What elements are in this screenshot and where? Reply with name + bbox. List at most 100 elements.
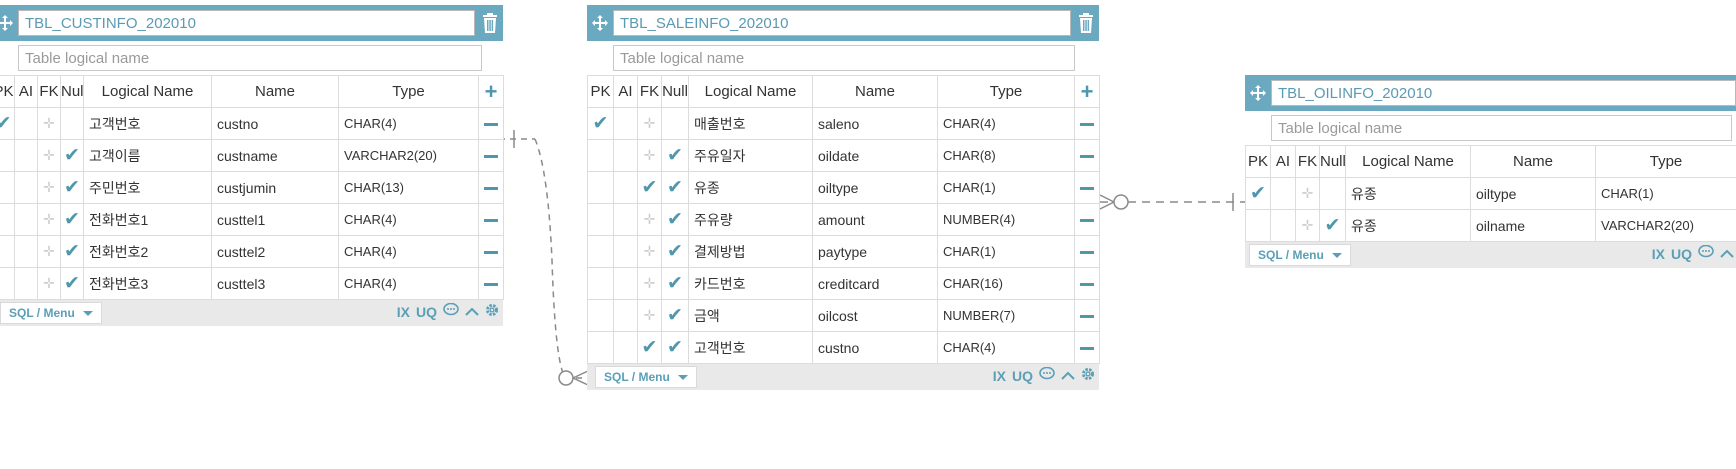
grip-icon[interactable]: ✛ (43, 211, 55, 227)
fk-cell[interactable]: ✛ (637, 299, 662, 332)
ai-toggle[interactable] (14, 267, 38, 300)
remove-column-button[interactable] (1074, 107, 1100, 140)
type-cell[interactable]: CHAR(8) (937, 139, 1075, 172)
type-cell[interactable]: CHAR(16) (937, 267, 1075, 300)
remove-column-button[interactable] (478, 171, 504, 204)
column-row[interactable]: ✔ ✛ 유종 oiltype CHAR(1) (1245, 177, 1736, 210)
grip-icon[interactable]: ✛ (43, 179, 55, 195)
logical-name-cell[interactable]: 카드번호 (688, 267, 813, 300)
pk-toggle[interactable] (0, 171, 15, 204)
remove-column-button[interactable] (1074, 267, 1100, 300)
index-button[interactable]: IX (993, 368, 1006, 384)
fk-cell[interactable]: ✔ (637, 331, 662, 364)
name-cell[interactable]: amount (812, 203, 938, 236)
name-cell[interactable]: oilcost (812, 299, 938, 332)
unique-button[interactable]: UQ (416, 304, 437, 320)
pk-toggle[interactable] (0, 267, 15, 300)
remove-column-button[interactable] (478, 139, 504, 172)
fk-cell[interactable]: ✛ (1295, 209, 1320, 242)
plus-icon[interactable]: + (1081, 79, 1094, 104)
minus-icon[interactable] (484, 155, 498, 159)
name-cell[interactable]: oilname (1470, 209, 1596, 242)
remove-column-button[interactable] (1074, 203, 1100, 236)
fk-cell[interactable]: ✛ (37, 139, 61, 172)
type-cell[interactable]: NUMBER(4) (937, 203, 1075, 236)
null-toggle[interactable]: ✔ (661, 299, 689, 332)
move-icon[interactable] (0, 12, 16, 34)
name-cell[interactable]: custtel2 (211, 235, 339, 268)
remove-column-button[interactable] (478, 203, 504, 236)
logical-name-cell[interactable]: 주유일자 (688, 139, 813, 172)
name-cell[interactable]: oildate (812, 139, 938, 172)
name-cell[interactable]: saleno (812, 107, 938, 140)
pk-toggle[interactable] (587, 299, 614, 332)
logical-name-cell[interactable]: 고객번호 (83, 107, 212, 140)
grip-icon[interactable]: ✛ (644, 307, 656, 323)
column-row[interactable]: ✔ ✛ 매출번호 saleno CHAR(4) (587, 107, 1100, 140)
sql-menu-button[interactable]: SQL / Menu (0, 302, 102, 324)
comment-icon[interactable] (443, 302, 459, 320)
pk-toggle[interactable] (587, 139, 614, 172)
minus-icon[interactable] (484, 219, 498, 223)
null-toggle[interactable] (60, 107, 84, 140)
fk-cell[interactable]: ✛ (637, 203, 662, 236)
fk-cell[interactable]: ✛ (637, 267, 662, 300)
column-row[interactable]: ✔ ✛ 고객번호custnoCHAR(4) (0, 107, 504, 140)
logical-name-cell[interactable]: 유종 (1345, 209, 1471, 242)
logical-name-cell[interactable]: 고객이름 (83, 139, 212, 172)
ai-toggle[interactable] (613, 299, 638, 332)
logical-name-cell[interactable]: 결제방법 (688, 235, 813, 268)
null-toggle[interactable]: ✔ (1319, 209, 1346, 242)
unique-button[interactable]: UQ (1671, 246, 1692, 262)
ai-toggle[interactable] (613, 235, 638, 268)
pk-toggle[interactable]: ✔ (0, 107, 15, 140)
null-toggle[interactable]: ✔ (60, 139, 84, 172)
ai-toggle[interactable] (14, 235, 38, 268)
type-cell[interactable]: CHAR(13) (338, 171, 479, 204)
type-cell[interactable]: NUMBER(7) (937, 299, 1075, 332)
chevron-up-icon[interactable] (1720, 246, 1734, 262)
unique-button[interactable]: UQ (1012, 368, 1033, 384)
null-toggle[interactable]: ✔ (661, 235, 689, 268)
ai-toggle[interactable] (14, 107, 38, 140)
sql-menu-button[interactable]: SQL / Menu (595, 366, 697, 388)
ai-toggle[interactable] (613, 203, 638, 236)
fk-cell[interactable]: ✛ (1295, 177, 1320, 210)
name-cell[interactable]: custno (812, 331, 938, 364)
pk-toggle[interactable] (587, 235, 614, 268)
logical-name-cell[interactable]: 주유량 (688, 203, 813, 236)
type-cell[interactable]: CHAR(1) (937, 235, 1075, 268)
null-toggle[interactable] (1319, 177, 1346, 210)
gear-icon[interactable] (485, 303, 499, 320)
name-cell[interactable]: custname (211, 139, 339, 172)
move-icon[interactable] (589, 12, 611, 34)
pk-toggle[interactable] (587, 267, 614, 300)
entity-table-saleinfo[interactable]: PK AI FK Null Logical Name Name Type + ✔… (587, 5, 1100, 390)
name-cell[interactable]: custtel3 (211, 267, 339, 300)
ai-toggle[interactable] (14, 171, 38, 204)
logical-name-cell[interactable]: 유종 (688, 171, 813, 204)
ai-toggle[interactable] (14, 139, 38, 172)
grip-icon[interactable]: ✛ (43, 115, 55, 131)
logical-name-cell[interactable]: 유종 (1345, 177, 1471, 210)
pk-toggle[interactable] (0, 203, 15, 236)
grip-icon[interactable]: ✛ (644, 211, 656, 227)
logical-name-cell[interactable]: 전화번호2 (83, 235, 212, 268)
null-toggle[interactable]: ✔ (661, 203, 689, 236)
grip-icon[interactable]: ✛ (43, 243, 55, 259)
table-logical-name-input[interactable] (18, 45, 482, 71)
fk-cell[interactable]: ✛ (637, 139, 662, 172)
pk-toggle[interactable] (1245, 209, 1271, 242)
sql-menu-button[interactable]: SQL / Menu (1249, 244, 1351, 266)
minus-icon[interactable] (1080, 187, 1094, 191)
add-column-button[interactable]: + (1074, 75, 1100, 108)
null-toggle[interactable]: ✔ (661, 331, 689, 364)
fk-cell[interactable]: ✛ (637, 235, 662, 268)
remove-column-button[interactable] (1074, 331, 1100, 364)
column-row[interactable]: ✛ ✔ 금액 oilcost NUMBER(7) (587, 299, 1100, 332)
chevron-up-icon[interactable] (1061, 368, 1075, 384)
entity-table-custinfo[interactable]: PK AI FK Null Logical Name Name Type + ✔… (0, 5, 504, 326)
index-button[interactable]: IX (397, 304, 410, 320)
null-toggle[interactable]: ✔ (60, 171, 84, 204)
minus-icon[interactable] (484, 123, 498, 127)
